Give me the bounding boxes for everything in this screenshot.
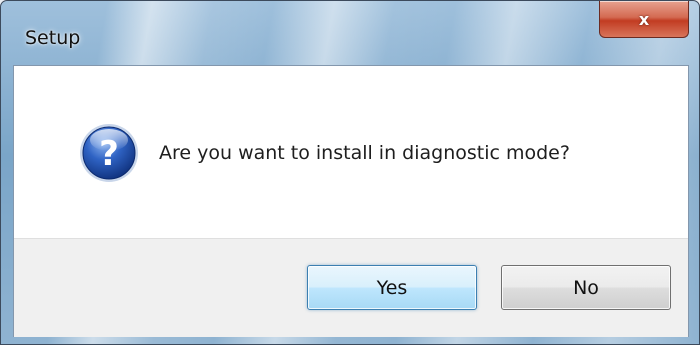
close-icon: x [638,9,650,29]
question-icon: ? [80,124,138,182]
window-title: Setup [25,27,81,49]
setup-dialog-window: Setup x ? Are you want to install in dia… [0,0,700,345]
dialog-client-area: ? Are you want to install in diagnostic … [13,65,689,337]
message-area: ? Are you want to install in diagnostic … [14,66,688,238]
svg-text:?: ? [99,134,119,174]
yes-button[interactable]: Yes [307,265,477,310]
no-button[interactable]: No [501,265,671,310]
title-bar[interactable]: Setup x [1,1,699,65]
button-bar: Yes No [14,238,688,337]
close-button[interactable]: x [599,1,689,38]
dialog-message: Are you want to install in diagnostic mo… [159,142,570,164]
